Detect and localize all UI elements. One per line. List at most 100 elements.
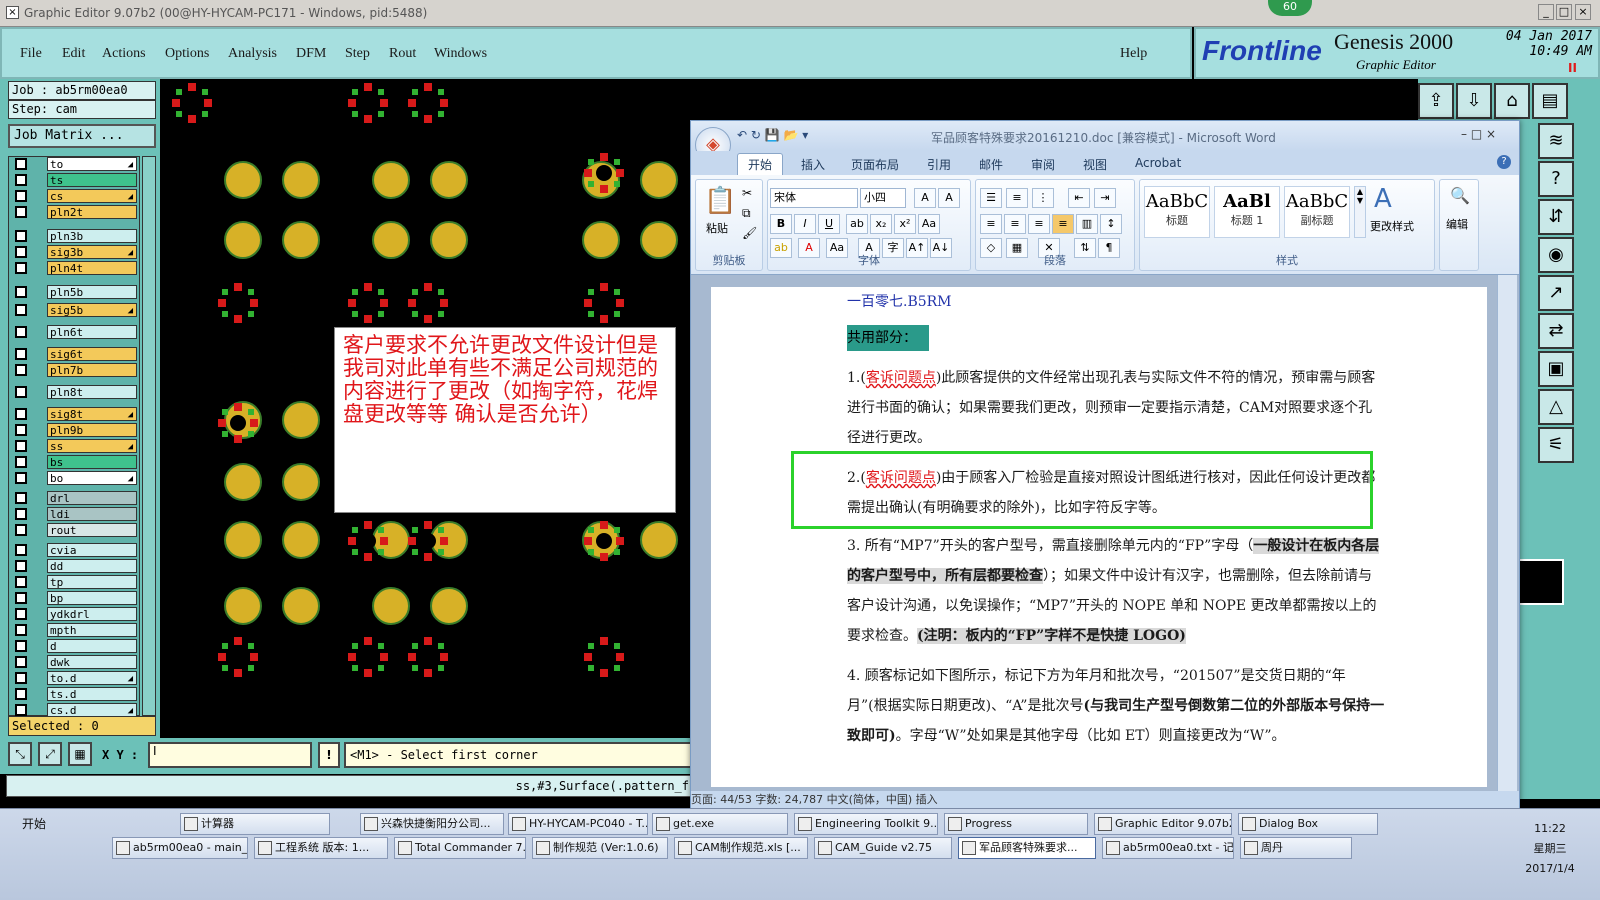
find-icon[interactable]: 🔍: [1450, 186, 1470, 205]
menu-rout[interactable]: Rout: [389, 46, 416, 62]
cut-icon[interactable]: ✂: [742, 186, 752, 200]
layer-row[interactable]: cvia: [13, 543, 137, 557]
notification-badge[interactable]: 60: [1268, 0, 1312, 16]
superscript-icon[interactable]: x²: [894, 214, 916, 234]
layer-name[interactable]: to.d ◢: [47, 671, 137, 685]
layer-row[interactable]: rout: [13, 523, 137, 537]
document-page[interactable]: 一百零七.B5RM 共用部分： 1.(客诉问题点)此顾客提供的文件经常出现孔表与…: [711, 287, 1487, 787]
layer-name[interactable]: ts.d: [47, 687, 137, 701]
layer-checkbox[interactable]: [15, 262, 27, 274]
thermal-pad[interactable]: [218, 637, 258, 677]
layer-name[interactable]: pln9b: [47, 423, 137, 437]
tab-review[interactable]: 审阅: [1031, 156, 1055, 173]
thermal-pad[interactable]: [408, 283, 448, 323]
distribute-icon[interactable]: ▥: [1076, 214, 1098, 234]
layer-name[interactable]: ss ◢: [47, 439, 137, 453]
layer-row[interactable]: pln7b: [13, 363, 137, 377]
pause-indicator[interactable]: II: [1568, 61, 1577, 75]
menu-dfm[interactable]: DFM: [296, 46, 326, 62]
font-name-select[interactable]: 宋体: [770, 188, 858, 208]
layer-checkbox[interactable]: [15, 190, 27, 202]
layer-name[interactable]: pln5b: [47, 285, 137, 299]
layer-checkbox[interactable]: [15, 174, 27, 186]
taskbar-item[interactable]: Progress: [944, 813, 1088, 835]
layer-checkbox[interactable]: [15, 544, 27, 556]
thermal-pad[interactable]: [584, 283, 624, 323]
style-subtitle[interactable]: AaBbC 副标题: [1284, 186, 1350, 238]
layer-checkbox[interactable]: [15, 424, 27, 436]
pcb-pad[interactable]: [640, 521, 678, 559]
layer-name[interactable]: bo ◢: [47, 471, 137, 485]
tool-b-icon[interactable]: ⇵: [1538, 199, 1574, 235]
layer-name[interactable]: cs ◢: [47, 189, 137, 203]
taskbar-item[interactable]: Total Commander 7....: [394, 837, 526, 859]
layer-row[interactable]: ldi: [13, 507, 137, 521]
layer-row[interactable]: sig8t ◢: [13, 407, 137, 421]
styles-scroll[interactable]: ▲ ▼: [1354, 186, 1366, 238]
menu-windows[interactable]: Windows: [434, 46, 487, 62]
quick-access-toolbar[interactable]: ↶ ↻ 💾 📂 ▾: [737, 128, 808, 142]
pcb-pad[interactable]: [372, 587, 410, 625]
layer-row[interactable]: to ◢: [13, 157, 137, 171]
taskbar-item[interactable]: ab5rm00ea0.txt - 记...: [1102, 837, 1234, 859]
clear-format-icon[interactable]: A: [938, 188, 960, 208]
align-right-icon[interactable]: ≡: [1028, 214, 1050, 234]
align-left-icon[interactable]: ≡: [980, 214, 1002, 234]
style-title[interactable]: AaBbC 标题: [1144, 186, 1210, 238]
pcb-pad[interactable]: [282, 221, 320, 259]
layer-name[interactable]: bp: [47, 591, 137, 605]
menu-edit[interactable]: Edit: [62, 46, 85, 62]
line-spacing-icon[interactable]: ↕: [1100, 214, 1122, 234]
pcb-pad[interactable]: [582, 221, 620, 259]
pcb-pad[interactable]: [640, 221, 678, 259]
document-scrollbar[interactable]: [1497, 275, 1517, 791]
layout-icon[interactable]: ▤: [1532, 83, 1568, 119]
layer-name[interactable]: to ◢: [47, 157, 137, 171]
paste-label[interactable]: 粘贴: [706, 220, 728, 236]
strikethrough-icon[interactable]: ab: [846, 214, 868, 234]
tab-references[interactable]: 引用: [927, 156, 951, 173]
pcb-pad[interactable]: [282, 463, 320, 501]
layer-checkbox[interactable]: [15, 364, 27, 376]
tool-c-icon[interactable]: ◉: [1538, 237, 1574, 273]
layer-checkbox[interactable]: [15, 704, 27, 716]
pcb-pad[interactable]: [430, 161, 468, 199]
layer-name[interactable]: mpth: [47, 623, 137, 637]
edit-label[interactable]: 编辑: [1446, 216, 1468, 232]
help-icon[interactable]: ?: [1538, 161, 1574, 197]
layer-name[interactable]: cvia: [47, 543, 137, 557]
layer-name[interactable]: ldi: [47, 507, 137, 521]
layer-row[interactable]: bs: [13, 455, 137, 469]
layer-name[interactable]: pln6t: [47, 325, 137, 339]
taskbar-item[interactable]: 周丹: [1240, 837, 1352, 859]
export-icon[interactable]: ⇪: [1418, 83, 1454, 119]
layer-checkbox[interactable]: [15, 206, 27, 218]
thermal-pad[interactable]: [584, 521, 624, 561]
taskbar-item[interactable]: 兴森快捷衡阳分公司...: [360, 813, 504, 835]
layer-checkbox[interactable]: [15, 386, 27, 398]
layer-checkbox[interactable]: [15, 560, 27, 572]
layer-checkbox[interactable]: [15, 286, 27, 298]
layer-row[interactable]: tp: [13, 575, 137, 589]
menu-actions[interactable]: Actions: [102, 46, 146, 62]
layer-name[interactable]: dd: [47, 559, 137, 573]
thermal-pad[interactable]: [348, 521, 388, 561]
thermal-pad[interactable]: [408, 521, 448, 561]
help-icon[interactable]: ?: [1497, 155, 1511, 169]
system-clock[interactable]: 11:22 星期三 2017/1/4: [1500, 819, 1600, 879]
thermal-pad[interactable]: [348, 637, 388, 677]
align-center-icon[interactable]: ≡: [1004, 214, 1026, 234]
layer-checkbox[interactable]: [15, 524, 27, 536]
tool-d-icon[interactable]: ↗: [1538, 275, 1574, 311]
pcb-pad[interactable]: [640, 161, 678, 199]
subscript-icon[interactable]: x₂: [870, 214, 892, 234]
layer-checkbox[interactable]: [15, 656, 27, 668]
taskbar-item[interactable]: Engineering Toolkit 9....: [794, 813, 938, 835]
taskbar-item[interactable]: ab5rm00ea0 - main_qa: [112, 837, 248, 859]
pcb-pad[interactable]: [430, 587, 468, 625]
layer-row[interactable]: d: [13, 639, 137, 653]
layer-checkbox[interactable]: [15, 230, 27, 242]
taskbar-item[interactable]: Graphic Editor 9.07b2 ...: [1094, 813, 1232, 835]
thermal-pad[interactable]: [218, 283, 258, 323]
bold-icon[interactable]: B: [770, 214, 792, 234]
